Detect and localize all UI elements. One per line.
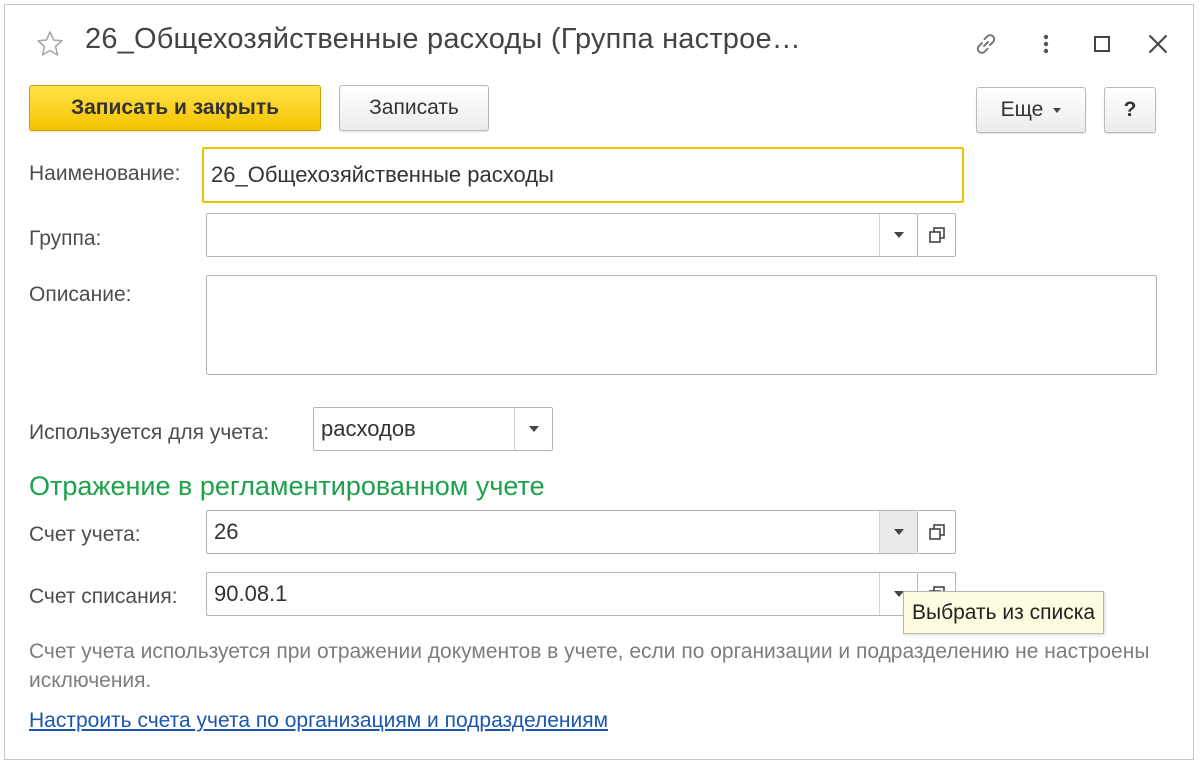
open-form-icon	[928, 227, 945, 243]
save-button[interactable]: Записать	[339, 85, 489, 131]
maximize-icon[interactable]	[1087, 29, 1117, 59]
favorite-star-icon[interactable]	[35, 29, 65, 59]
writeoff-field[interactable]: 90.08.1	[206, 572, 918, 616]
title-bar: 26_Общехозяйственные расходы (Группа нас…	[5, 5, 1193, 81]
used-for-value: расходов	[321, 416, 416, 441]
close-icon[interactable]	[1143, 29, 1173, 59]
used-for-dropdown-button[interactable]	[514, 408, 552, 450]
group-field[interactable]	[206, 213, 918, 257]
more-button-label: Еще	[1000, 98, 1044, 121]
tooltip: Выбрать из списка	[903, 591, 1105, 634]
account-open-button[interactable]	[918, 510, 956, 554]
group-label: Группа:	[29, 227, 102, 250]
configure-accounts-link[interactable]: Настроить счета учета по организациям и …	[29, 709, 608, 733]
name-value: 26_Общехозяйственные расходы	[211, 162, 554, 187]
name-field[interactable]: 26_Общехозяйственные расходы	[202, 147, 964, 203]
name-label: Наименование:	[29, 162, 181, 185]
writeoff-value: 90.08.1	[214, 581, 288, 606]
account-value: 26	[214, 519, 239, 544]
tooltip-text: Выбрать из списка	[912, 600, 1096, 624]
writeoff-label: Счет списания:	[29, 585, 178, 608]
account-hint-text: Счет учета используется при отражении до…	[29, 640, 1150, 692]
description-label: Описание:	[29, 283, 132, 306]
used-for-select[interactable]: расходов	[313, 407, 553, 451]
dropdown-arrow-icon	[893, 591, 904, 597]
more-button[interactable]: Еще	[976, 87, 1086, 133]
save-and-close-button[interactable]: Записать и закрыть	[29, 85, 321, 131]
help-button[interactable]: ?	[1104, 87, 1156, 133]
open-form-icon	[928, 524, 945, 540]
account-label: Счет учета:	[29, 523, 141, 546]
group-dropdown-button[interactable]	[879, 214, 917, 256]
account-dropdown-button[interactable]	[879, 511, 917, 553]
group-open-button[interactable]	[918, 213, 956, 257]
dropdown-arrow-icon	[893, 232, 904, 238]
window-title: 26_Общехозяйственные расходы (Группа нас…	[85, 23, 801, 55]
more-vertical-icon[interactable]	[1031, 29, 1061, 59]
dropdown-arrow-icon	[893, 529, 904, 535]
used-for-label: Используется для учета:	[29, 421, 270, 444]
link-icon[interactable]	[971, 29, 1001, 59]
description-field[interactable]	[206, 275, 1157, 375]
account-field[interactable]: 26	[206, 510, 918, 554]
dropdown-arrow-icon	[528, 426, 539, 432]
chevron-down-icon	[1053, 107, 1062, 113]
form-window: 26_Общехозяйственные расходы (Группа нас…	[4, 4, 1194, 760]
section-title: Отражение в регламентированном учете	[29, 471, 545, 501]
